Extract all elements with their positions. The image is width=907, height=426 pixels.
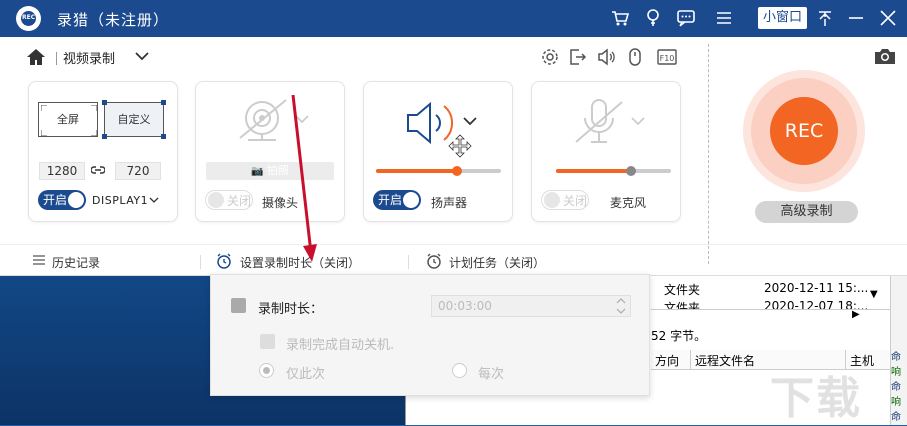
chat-icon[interactable] bbox=[676, 8, 696, 28]
rec-button[interactable]: REC bbox=[770, 97, 838, 165]
bottom-bar: 历史记录 设置录制时长（关闭） 计划任务（关闭） bbox=[0, 244, 907, 276]
every-radio[interactable] bbox=[452, 363, 467, 378]
schedule-task-button[interactable]: 计划任务（关闭） bbox=[449, 254, 545, 271]
export-icon[interactable] bbox=[567, 47, 587, 67]
resize-handle[interactable] bbox=[161, 134, 166, 139]
mic-volume-slider[interactable] bbox=[556, 166, 671, 176]
mic-toggle[interactable]: 关闭 bbox=[541, 190, 589, 210]
bg-header-direction[interactable]: 方向 bbox=[651, 350, 691, 370]
cart-icon[interactable] bbox=[610, 8, 630, 28]
custom-region-button[interactable]: 自定义 bbox=[104, 102, 164, 137]
svg-text:F10: F10 bbox=[660, 54, 675, 63]
display-select[interactable]: DISPLAY1 bbox=[92, 194, 159, 207]
right-log-panel: 命 响 命 响 命 bbox=[890, 275, 907, 425]
title-bar[interactable]: REC 录猎（未注册） 小窗口 bbox=[0, 0, 907, 37]
duration-label: 录制时长： bbox=[258, 302, 324, 317]
home-icon[interactable] bbox=[26, 48, 46, 66]
app-logo-icon: REC bbox=[16, 6, 41, 31]
mode-breadcrumb: 视频录制 bbox=[56, 48, 115, 67]
once-radio[interactable] bbox=[259, 363, 274, 378]
set-duration-button[interactable]: 设置录制时长（关闭） bbox=[240, 254, 360, 271]
close-icon[interactable] bbox=[878, 8, 898, 28]
log-line: 命 bbox=[891, 412, 901, 423]
speaker-label: 扬声器 bbox=[431, 196, 468, 210]
bg-row-2-type: 文件夹 bbox=[664, 301, 701, 309]
minimize-icon[interactable] bbox=[846, 8, 866, 28]
mic-label: 麦克风 bbox=[610, 196, 647, 210]
duration-checkbox[interactable] bbox=[231, 298, 246, 313]
speaker-icon[interactable] bbox=[404, 100, 484, 146]
every-label: 每次 bbox=[478, 367, 505, 382]
settings-gear-icon[interactable] bbox=[540, 47, 560, 67]
log-line: 响 bbox=[891, 397, 901, 408]
mouse-icon[interactable] bbox=[625, 47, 645, 67]
speaker-volume-slider[interactable] bbox=[376, 166, 501, 176]
menu-icon[interactable] bbox=[714, 8, 734, 28]
speaker-toggle[interactable]: 开启 bbox=[373, 190, 421, 210]
hotkey-f10-icon[interactable]: F10 bbox=[656, 47, 677, 67]
height-input[interactable]: 720 bbox=[115, 162, 161, 180]
width-input[interactable]: 1280 bbox=[39, 162, 85, 180]
duration-stepper-icon[interactable] bbox=[615, 296, 627, 316]
advanced-record-button[interactable]: 高级录制 bbox=[755, 201, 858, 223]
history-button[interactable]: 历史记录 bbox=[52, 254, 100, 271]
resize-handle[interactable] bbox=[102, 134, 107, 139]
clock-icon[interactable] bbox=[216, 253, 232, 269]
link-ratio-icon[interactable] bbox=[90, 163, 106, 177]
list-icon[interactable] bbox=[32, 254, 46, 268]
mic-card: 关闭 麦克风 bbox=[531, 81, 681, 222]
alarm-icon[interactable] bbox=[426, 253, 442, 269]
toolbar: 视频录制 F10 bbox=[0, 37, 907, 77]
screen-card: 全屏 自定义 1280 720 开启 DISPLAY1 bbox=[28, 81, 178, 222]
mode-chevron-down-icon[interactable] bbox=[134, 49, 150, 63]
mode-label: 视频录制 bbox=[63, 52, 116, 67]
bg-size-text: 52 字节。 bbox=[651, 329, 707, 343]
watermark: 下载 bbox=[770, 373, 862, 424]
bg-row-2-date: 2020-12-07 18:... bbox=[764, 299, 869, 309]
lightbulb-icon[interactable] bbox=[643, 8, 663, 28]
take-photo-button[interactable]: 📷 拍照 bbox=[206, 162, 334, 180]
webcam-label: 摄像头 bbox=[262, 196, 299, 210]
webcam-toggle[interactable]: 关闭 bbox=[205, 190, 253, 210]
app-title: 录猎（未注册） bbox=[57, 11, 170, 29]
log-line: 命 bbox=[891, 352, 901, 363]
recorder-app-window: REC 录猎（未注册） 小窗口 视频录制 F10 全屏 自定义 1280 720… bbox=[0, 0, 907, 276]
bg-row-1-type: 文件夹 bbox=[664, 283, 701, 297]
auto-shutdown-label: 录制完成自动关机. bbox=[286, 338, 395, 353]
bg-scroll-down-icon[interactable]: ▼ bbox=[870, 289, 878, 300]
resize-handle[interactable] bbox=[102, 100, 107, 105]
move-cursor-icon bbox=[448, 134, 472, 158]
log-line: 命 bbox=[891, 382, 901, 393]
mini-window-button[interactable]: 小窗口 bbox=[758, 7, 808, 29]
mic-disabled-icon[interactable] bbox=[572, 96, 656, 150]
once-label: 仅此次 bbox=[286, 367, 326, 382]
divider bbox=[708, 44, 709, 264]
bg-scroll-right-icon[interactable]: ▶ bbox=[852, 309, 860, 320]
resize-handle[interactable] bbox=[161, 100, 166, 105]
rec-button-halo: REC bbox=[743, 70, 865, 192]
volume-icon[interactable] bbox=[596, 47, 616, 67]
pin-icon[interactable] bbox=[815, 8, 835, 28]
speaker-card: 开启 扬声器 bbox=[363, 81, 513, 222]
screenshot-camera-icon[interactable] bbox=[873, 46, 897, 66]
webcam-disabled-icon[interactable] bbox=[234, 96, 314, 146]
webcam-card: 📷 拍照 关闭 摄像头 bbox=[195, 81, 345, 222]
screen-toggle[interactable]: 开启 bbox=[38, 190, 86, 210]
auto-shutdown-checkbox[interactable] bbox=[260, 334, 275, 349]
log-line: 响 bbox=[891, 367, 901, 378]
duration-popup: 录制时长： 00:03:00 录制完成自动关机. 仅此次 每次 bbox=[210, 274, 650, 396]
duration-time-input[interactable]: 00:03:00 bbox=[431, 295, 631, 317]
bg-row-1-date: 2020-12-11 15:... bbox=[764, 281, 869, 295]
fullscreen-button[interactable]: 全屏 bbox=[38, 102, 98, 137]
